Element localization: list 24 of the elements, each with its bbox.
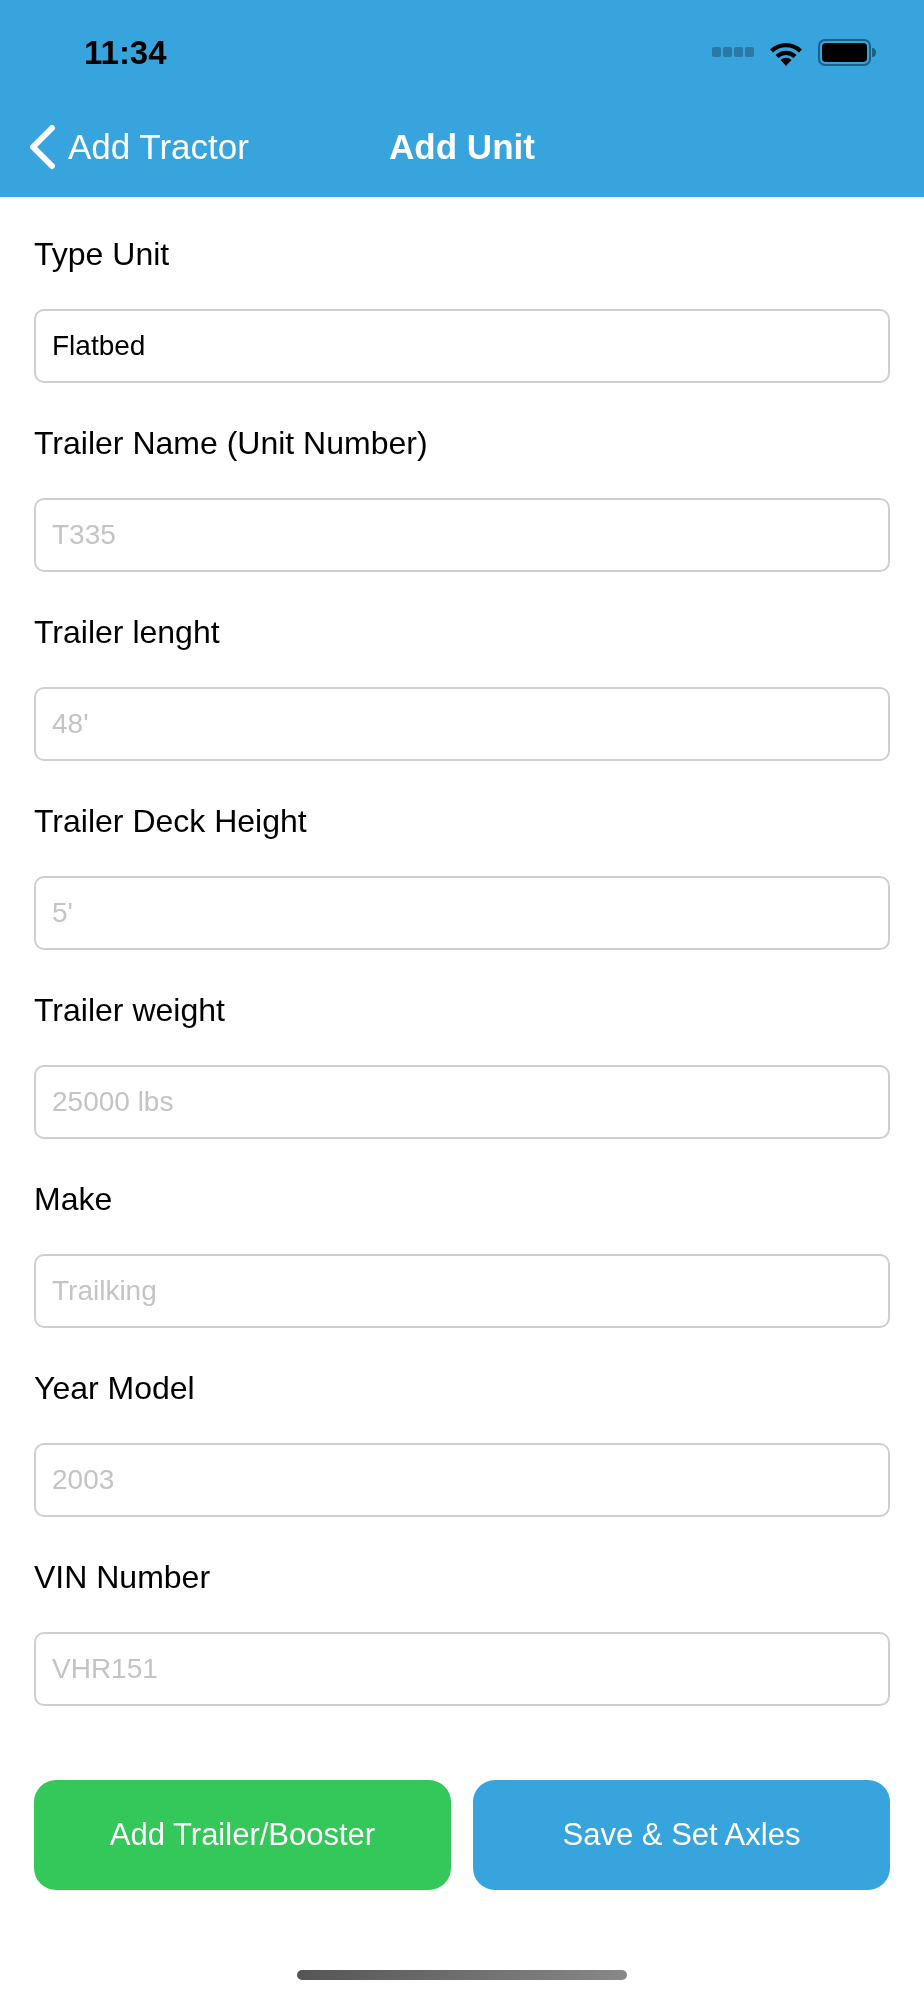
- input-field[interactable]: Flatbed: [34, 309, 890, 383]
- input-field[interactable]: VHR151: [34, 1632, 890, 1706]
- status-time: 11:34: [84, 35, 167, 69]
- field-label: Type Unit: [34, 235, 170, 274]
- input-field[interactable]: T335: [34, 498, 890, 572]
- field-label: Trailer lenght: [34, 613, 220, 652]
- back-button[interactable]: Add Tractor: [28, 123, 249, 170]
- action-button[interactable]: Add Trailer/Booster: [34, 1780, 451, 1890]
- field-label: Trailer Name (Unit Number): [34, 424, 428, 463]
- signal-icon: [712, 47, 754, 57]
- screen-title: Add Unit: [389, 129, 535, 164]
- input-field[interactable]: Trailking: [34, 1254, 890, 1328]
- field-label: Trailer weight: [34, 991, 225, 1030]
- action-button[interactable]: Save & Set Axles: [473, 1780, 890, 1890]
- input-field[interactable]: 25000 lbs: [34, 1065, 890, 1139]
- field-label: Make: [34, 1180, 113, 1219]
- field-label: VIN Number: [34, 1558, 211, 1597]
- field-label: Trailer Deck Height: [34, 802, 307, 841]
- input-field[interactable]: 48': [34, 687, 890, 761]
- battery-icon: [818, 38, 876, 66]
- input-field[interactable]: 2003: [34, 1443, 890, 1517]
- input-field[interactable]: 5': [34, 876, 890, 950]
- chevron-left-icon: [28, 123, 56, 170]
- field-label: Year Model: [34, 1369, 195, 1408]
